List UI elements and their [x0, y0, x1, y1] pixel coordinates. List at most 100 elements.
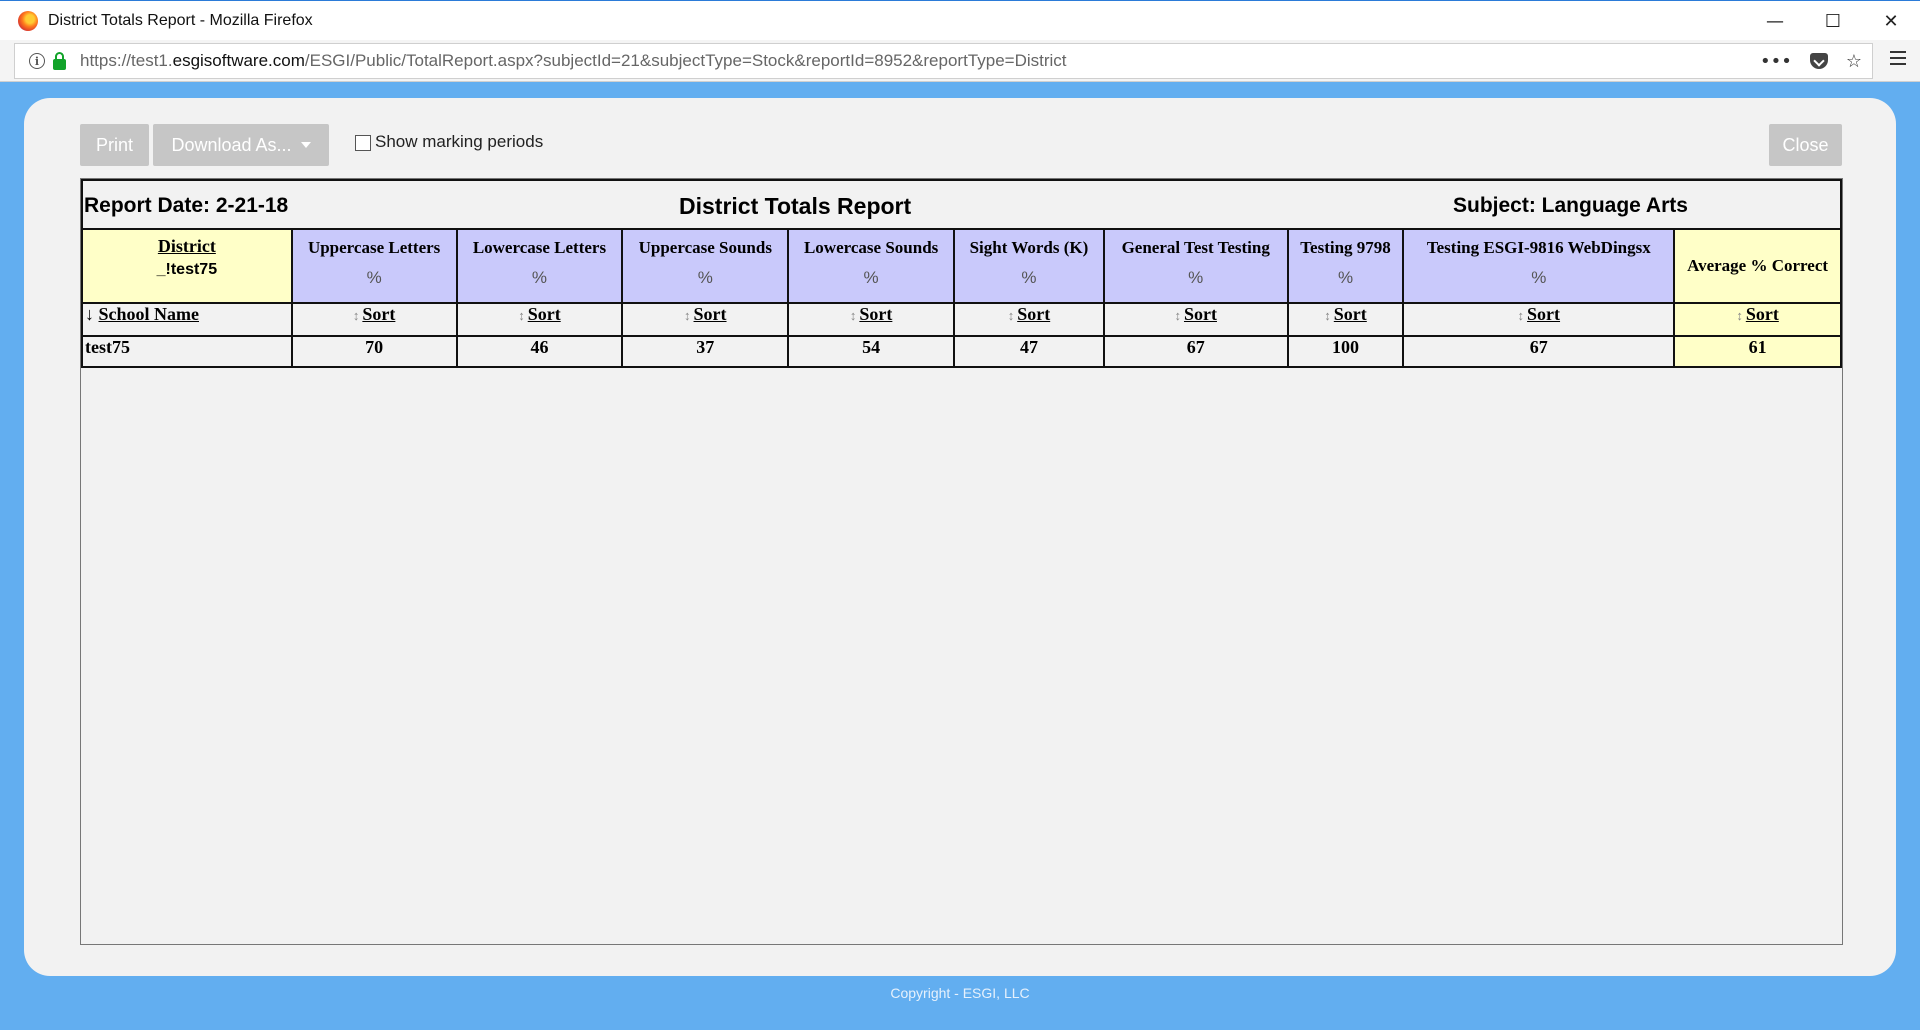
menu-icon[interactable]: [1890, 51, 1906, 65]
test-header: Sight Words (K)%: [953, 228, 1105, 304]
percent-label: %: [1021, 268, 1037, 287]
sort-link[interactable]: Sort: [1184, 304, 1217, 324]
copyright-footer: Copyright - ESGI, LLC: [890, 985, 1030, 1001]
sort-arrows-icon: ↕: [1517, 308, 1525, 323]
score-cell: 100: [1286, 335, 1405, 368]
district-name: _!test75: [156, 261, 218, 278]
window-controls: — ☐ ✕: [1746, 1, 1920, 41]
sort-cell[interactable]: ↕ Sort: [621, 302, 790, 337]
test-name: Uppercase Sounds: [638, 238, 772, 257]
average-sort-cell[interactable]: ↕ Sort: [1673, 302, 1842, 337]
average-header: Average % Correct: [1673, 228, 1842, 304]
marking-periods-label: Show marking periods: [375, 132, 544, 151]
report-subject: Subject: Language Arts: [1453, 194, 1688, 217]
score-cell: 67: [1402, 335, 1676, 368]
test-name: Uppercase Letters: [307, 238, 441, 257]
school-name-cell: test75: [81, 335, 293, 368]
percent-label: %: [863, 268, 879, 287]
sort-cell[interactable]: ↕ Sort: [1102, 302, 1289, 337]
percent-label: %: [531, 268, 548, 287]
sort-row: ↓ School Name ↕ Sort ↕ Sort ↕ Sort ↕ Sort ↕ S…: [81, 302, 1842, 337]
url-bar[interactable]: i https://test1.esgisoftware.com/ESGI/Pu…: [14, 43, 1873, 79]
url-text[interactable]: https://test1.esgisoftware.com/ESGI/Publ…: [80, 51, 1067, 71]
url-actions: ••• ☆: [1760, 44, 1862, 78]
sort-arrows-icon: ↕: [1324, 308, 1331, 323]
test-name: Lowercase Letters: [472, 238, 607, 257]
sort-arrows-icon: ↕: [1174, 308, 1181, 323]
lock-icon[interactable]: [53, 51, 66, 70]
sort-cell[interactable]: ↕ Sort: [953, 302, 1105, 337]
report-area: Report Date: 2-21-18 District Totals Rep…: [80, 178, 1843, 945]
download-as-label: Download As...: [171, 134, 292, 155]
window-title: District Totals Report - Mozilla Firefox: [48, 11, 313, 29]
test-name: Testing 9798: [1300, 238, 1391, 257]
url-domain: esgisoftware.com: [172, 51, 305, 70]
sort-link[interactable]: Sort: [1017, 304, 1050, 324]
score-cell: 70: [290, 335, 458, 368]
test-header-row: District _!test75 Uppercase Letters% Low…: [81, 228, 1842, 304]
sort-cell[interactable]: ↕ Sort: [1286, 302, 1405, 337]
score-cell: 37: [621, 335, 790, 368]
sort-link[interactable]: Sort: [528, 304, 561, 324]
sort-arrows-icon: ↕: [1007, 308, 1015, 323]
pocket-icon[interactable]: [1809, 53, 1828, 69]
district-link[interactable]: District: [83, 230, 291, 257]
info-icon[interactable]: i: [29, 53, 45, 69]
sort-down-arrow-icon: ↓: [85, 304, 94, 324]
percent-label: %: [697, 268, 713, 287]
percent-label: %: [366, 268, 382, 287]
sort-link[interactable]: Sort: [1527, 304, 1560, 324]
bookmark-star-icon[interactable]: ☆: [1846, 51, 1862, 72]
report-date: Report Date: 2-21-18: [84, 194, 289, 217]
school-name-label[interactable]: School Name: [99, 304, 200, 324]
table-row: test75 70 46 37 54 47 67 100 67 61: [81, 335, 1842, 368]
district-header: District _!test75: [81, 228, 293, 304]
test-header: Lowercase Letters%: [455, 228, 624, 304]
url-prefix: https://test1.: [80, 51, 173, 70]
firefox-logo-icon: [18, 10, 38, 31]
score-cell: 67: [1102, 335, 1289, 368]
close-window-button[interactable]: ✕: [1862, 1, 1920, 41]
caret-down-icon: [300, 142, 311, 148]
test-header: Uppercase Letters%: [290, 228, 458, 304]
sort-link[interactable]: Sort: [859, 304, 892, 324]
page-actions-icon[interactable]: •••: [1760, 51, 1792, 72]
marking-periods-checkbox[interactable]: [355, 135, 371, 151]
score-cell: 46: [455, 335, 624, 368]
percent-label: %: [1531, 268, 1547, 287]
sort-arrows-icon: ↕: [1736, 308, 1743, 323]
sort-link[interactable]: Sort: [362, 304, 395, 324]
test-header: Lowercase Sounds%: [787, 228, 956, 304]
score-cell: 47: [953, 335, 1105, 368]
sort-arrows-icon: ↕: [849, 308, 857, 323]
report-header: Report Date: 2-21-18 District Totals Rep…: [81, 179, 1842, 228]
minimize-button[interactable]: —: [1746, 1, 1804, 41]
show-marking-periods[interactable]: Show marking periods: [355, 132, 543, 152]
sort-link[interactable]: Sort: [1746, 304, 1779, 324]
report-title: District Totals Report: [679, 193, 912, 219]
test-header: Testing ESGI-9816 WebDingsx%: [1402, 228, 1676, 304]
window-titlebar: District Totals Report - Mozilla Firefox…: [0, 0, 1920, 40]
sort-cell[interactable]: ↕ Sort: [290, 302, 458, 337]
close-button[interactable]: Close: [1769, 124, 1842, 166]
report-modal: Print Download As... Show marking period…: [24, 98, 1896, 976]
average-cell: 61: [1673, 335, 1842, 368]
percent-label: %: [1188, 268, 1204, 287]
totals-table: District _!test75 Uppercase Letters% Low…: [81, 228, 1842, 368]
sort-link[interactable]: Sort: [1334, 304, 1367, 324]
percent-label: %: [1337, 268, 1354, 287]
score-cell: 54: [787, 335, 956, 368]
print-button[interactable]: Print: [80, 124, 149, 166]
sort-cell[interactable]: ↕ Sort: [455, 302, 624, 337]
test-header: General Test Testing%: [1102, 228, 1289, 304]
test-name: Sight Words (K): [969, 238, 1089, 257]
sort-cell[interactable]: ↕ Sort: [1402, 302, 1676, 337]
sort-cell[interactable]: ↕ Sort: [787, 302, 956, 337]
school-name-sort[interactable]: ↓ School Name: [81, 302, 293, 337]
sort-arrows-icon: ↕: [352, 308, 360, 323]
maximize-button[interactable]: ☐: [1804, 1, 1862, 41]
sort-link[interactable]: Sort: [694, 304, 727, 324]
browser-navbar: i https://test1.esgisoftware.com/ESGI/Pu…: [0, 40, 1920, 82]
download-as-button[interactable]: Download As...: [153, 124, 329, 166]
test-header: Testing 9798%: [1286, 228, 1405, 304]
